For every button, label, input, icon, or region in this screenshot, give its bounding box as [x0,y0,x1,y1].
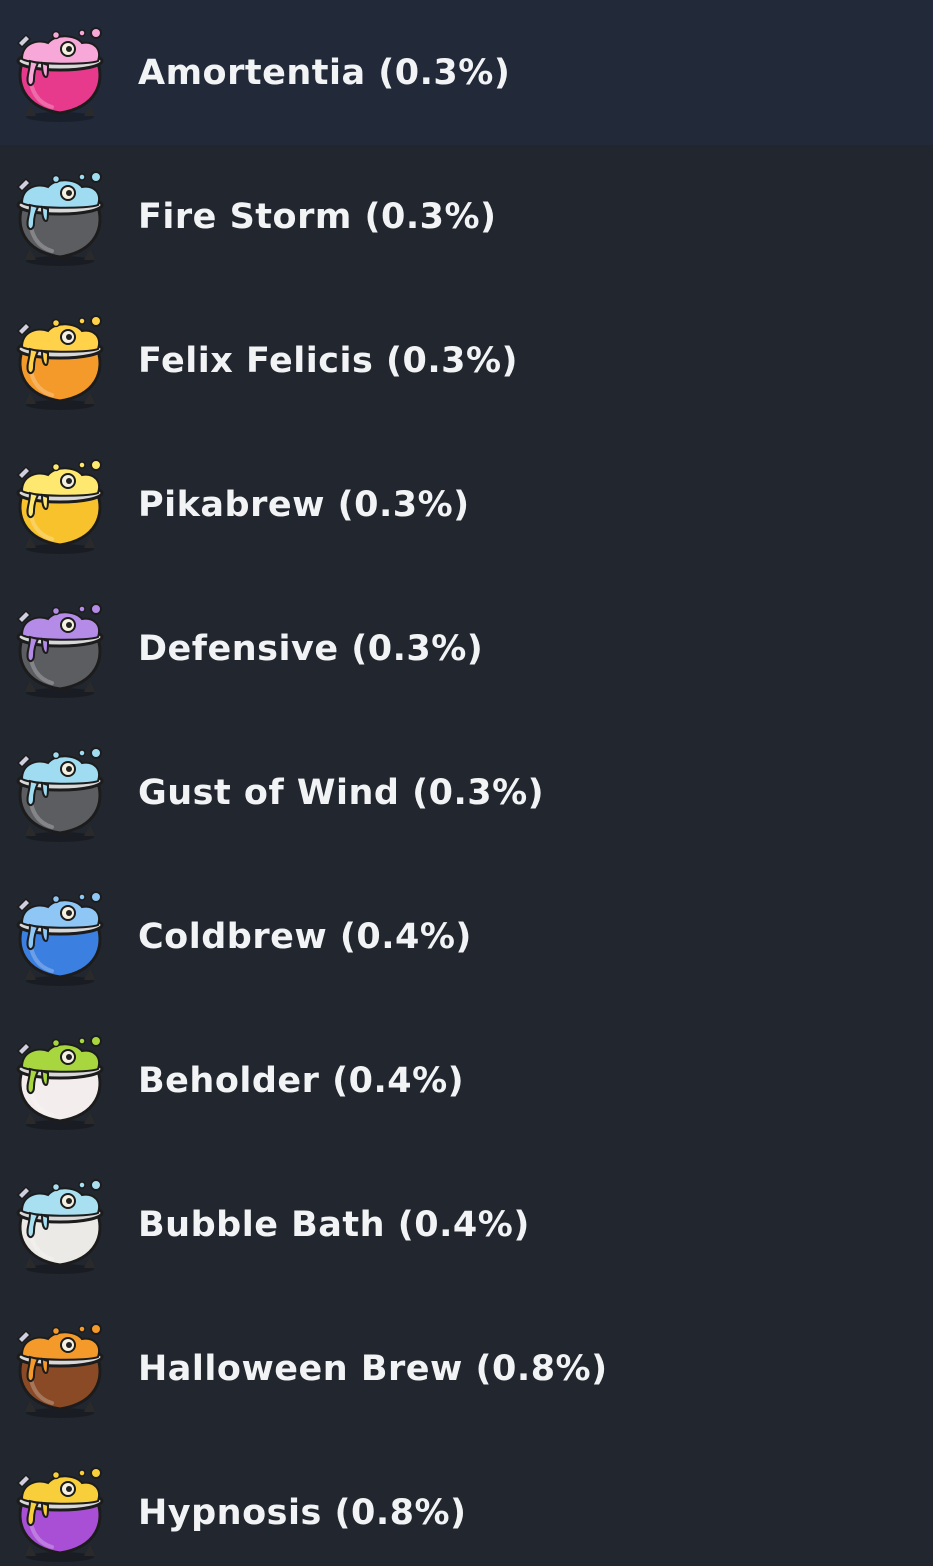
brew-list-item[interactable]: Felix Felicis (0.3%) [0,289,933,433]
brew-label: Bubble Bath (0.4%) [138,1205,530,1245]
grey-cauldron-fire-rune-icon [8,165,112,269]
brew-list-item[interactable]: Coldbrew (0.4%) [0,865,933,1009]
brew-label: Felix Felicis (0.3%) [138,341,519,381]
brew-label: Amortentia (0.3%) [138,52,511,93]
grey-cauldron-wind-rune-icon [8,741,112,845]
brew-list-item[interactable]: Halloween Brew (0.8%) [0,1297,933,1441]
purple-hypnosis-cauldron-icon [8,1461,112,1565]
brew-label: Gust of Wind (0.3%) [138,773,545,813]
brew-label: Fire Storm (0.3%) [138,197,497,237]
brew-list-item[interactable]: Defensive (0.3%) [0,577,933,721]
brew-list-item[interactable]: Hypnosis (0.8%) [0,1441,933,1566]
brown-halloween-cauldron-icon [8,1317,112,1421]
brew-list-item[interactable]: Bubble Bath (0.4%) [0,1153,933,1297]
yellow-pikabrew-cauldron-icon [8,453,112,557]
brew-label: Hypnosis (0.8%) [138,1493,467,1533]
brew-label: Halloween Brew (0.8%) [138,1349,608,1389]
brew-label: Beholder (0.4%) [138,1061,465,1101]
brew-list: Amortentia (0.3%) Fire Storm (0.3%) Felix … [0,0,933,1566]
orange-lucky-cauldron-icon [8,309,112,413]
blue-cold-cauldron-icon [8,885,112,989]
brew-list-item[interactable]: Beholder (0.4%) [0,1009,933,1153]
brew-list-item[interactable]: Amortentia (0.3%) [0,0,933,145]
brew-list-item[interactable]: Gust of Wind (0.3%) [0,721,933,865]
brew-list-item[interactable]: Fire Storm (0.3%) [0,145,933,289]
brew-label: Defensive (0.3%) [138,629,484,669]
pink-love-cauldron-icon [8,21,112,125]
brew-label: Pikabrew (0.3%) [138,485,470,525]
eyeball-cauldron-icon [8,1029,112,1133]
brew-label: Coldbrew (0.4%) [138,917,472,957]
white-bubble-bath-cauldron-icon [8,1173,112,1277]
brew-list-item[interactable]: Pikabrew (0.3%) [0,433,933,577]
grey-cauldron-hourglass-rune-icon [8,597,112,701]
